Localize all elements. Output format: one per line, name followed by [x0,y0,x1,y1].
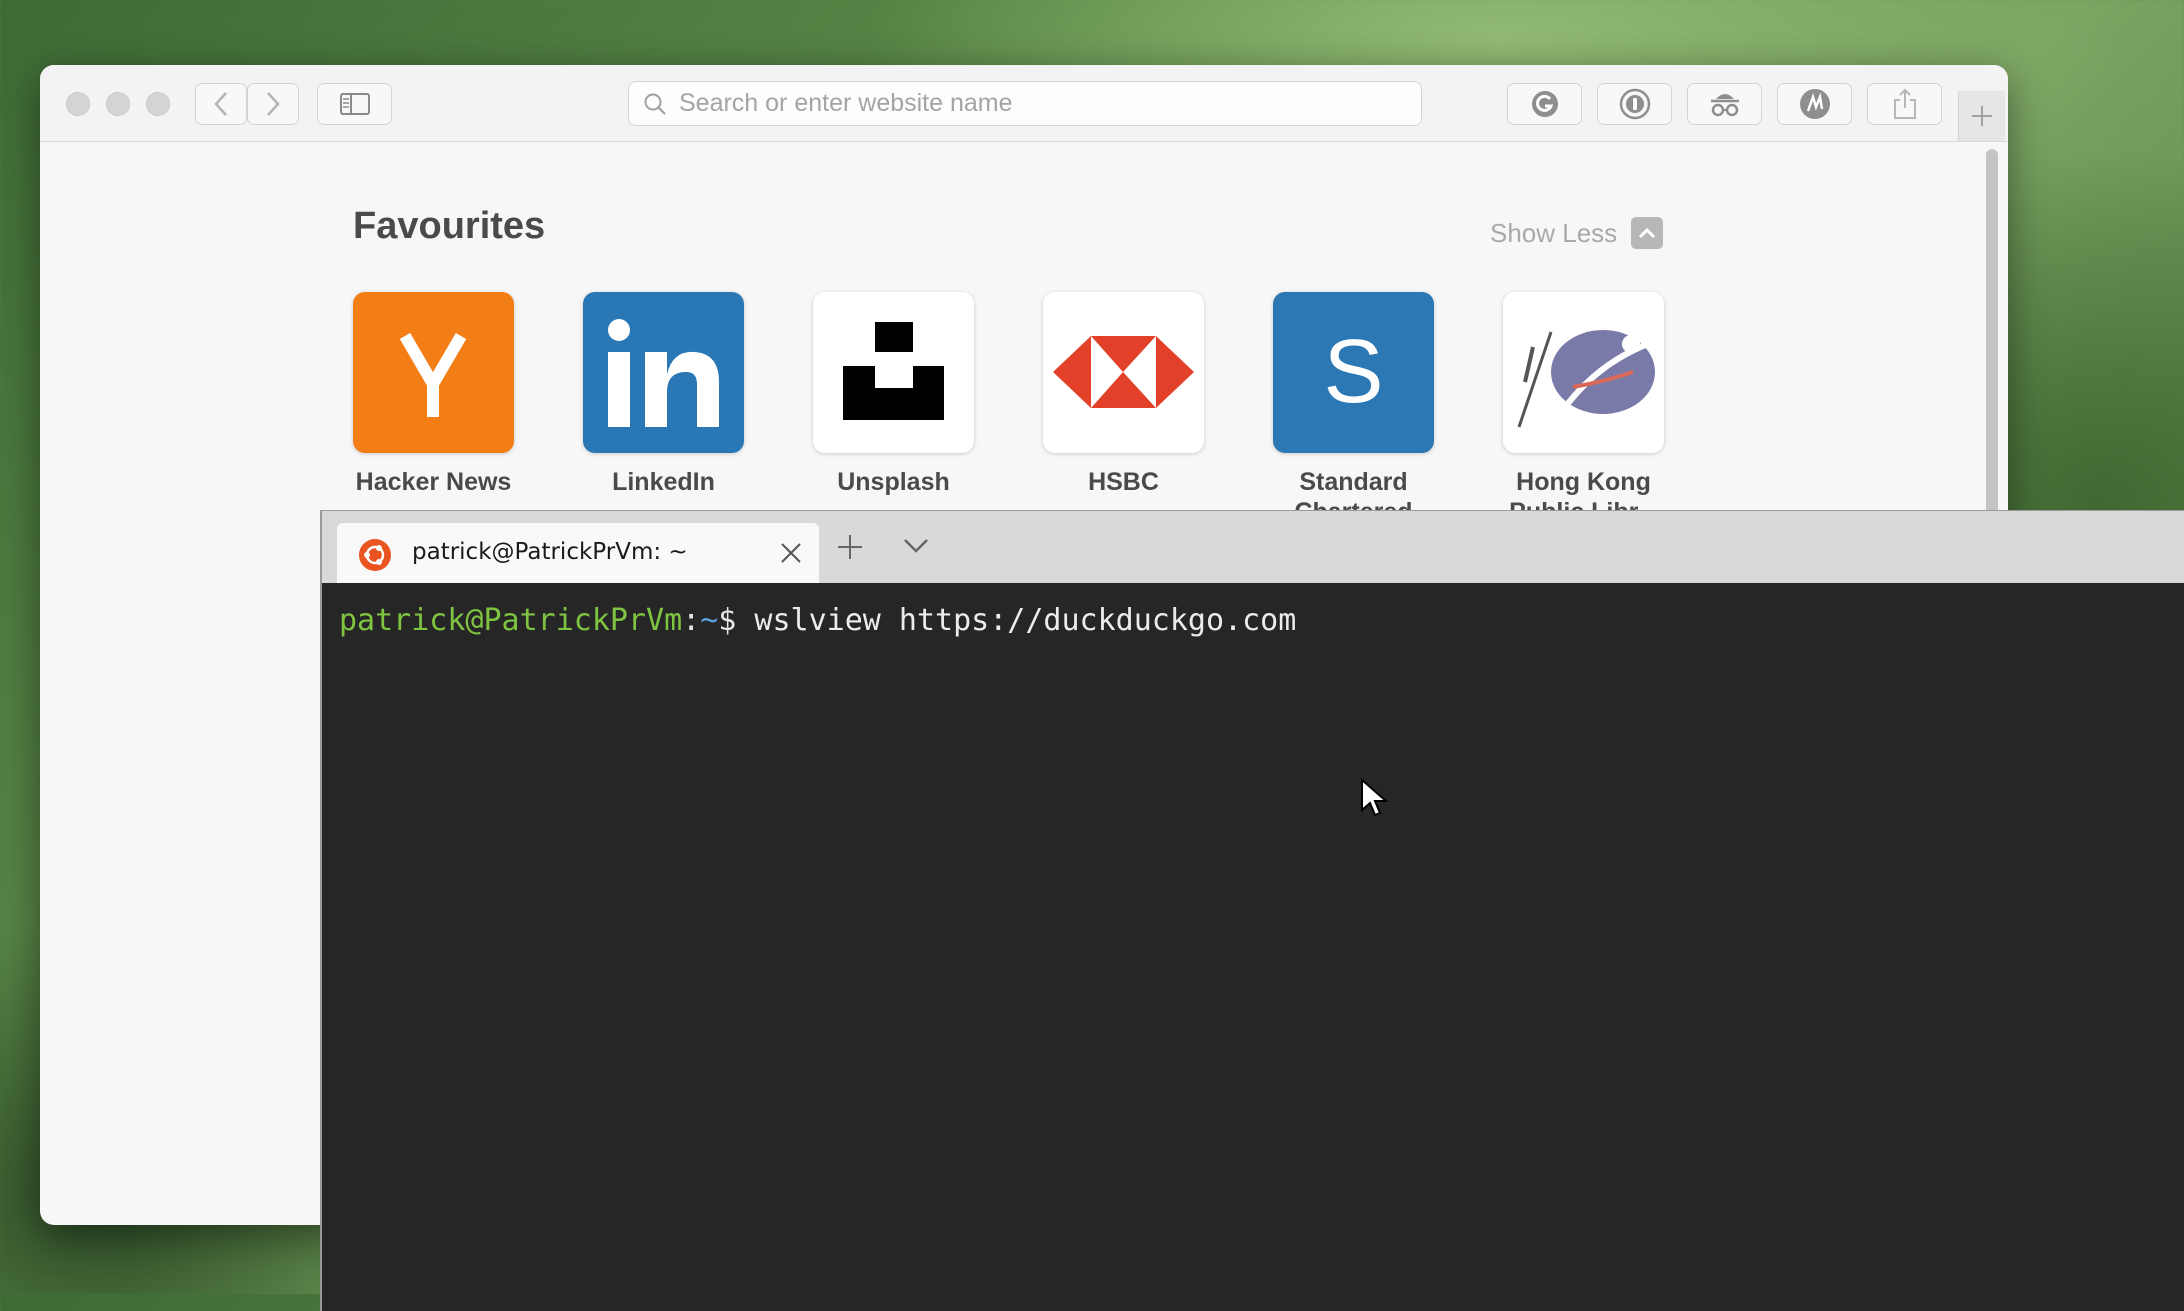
forward-button[interactable] [247,83,299,125]
favourite-hacker-news[interactable]: Hacker News [353,292,514,497]
terminal-window: patrick@PatrickPrVm: ~ patrick@PatrickPr… [320,510,2184,1311]
favourite-label: Unsplash [837,468,950,496]
favourite-label: Hacker News [355,468,512,496]
prompt-user: patrick@PatrickPrVm [339,603,683,638]
back-button[interactable] [195,83,247,125]
favourites-heading: Favourites [353,205,546,247]
favourite-linkedin[interactable]: LinkedIn [583,292,744,497]
hkpl-icon [1503,292,1664,453]
address-bar[interactable] [628,81,1422,126]
search-input[interactable] [677,88,1381,119]
prompt-symbol: $ [718,603,755,638]
1password-icon [1619,88,1650,120]
show-less-toggle[interactable]: Show Less [1490,217,1664,249]
sidebar-icon [339,93,370,115]
favourite-standard-chartered[interactable]: S Standard Chartered [1273,292,1434,527]
share-icon [1893,88,1916,119]
minimize-window-button[interactable] [106,92,130,116]
terminal-tab-bar: patrick@PatrickPrVm: ~ [322,511,2184,583]
script-extension-button[interactable] [1777,83,1852,125]
terminal-tab[interactable]: patrick@PatrickPrVm: ~ [337,523,819,583]
new-terminal-tab-icon[interactable] [836,533,864,561]
linkedin-icon [583,292,744,453]
script-extension-icon [1799,89,1830,119]
y-combinator-icon [353,292,514,453]
terminal-command: wslview https://duckduckgo.com [754,603,1297,638]
standard-chartered-glyph: S [1323,322,1384,422]
terminal-output[interactable]: patrick@PatrickPrVm:~$ wslview https://d… [339,603,1296,638]
new-tab-button[interactable] [1958,91,2005,141]
share-button[interactable] [1867,83,1942,125]
sidebar-button[interactable] [317,83,392,125]
chevron-right-icon [267,92,280,116]
favourite-label: HSBC [1088,468,1159,496]
favourite-unsplash[interactable]: Unsplash [813,292,974,497]
standard-chartered-icon: S [1273,292,1434,453]
grammarly-icon [1531,91,1558,117]
prompt-path: ~ [700,603,719,638]
ubuntu-icon [359,539,391,571]
grammarly-extension-button[interactable] [1507,83,1582,125]
1password-extension-button[interactable] [1597,83,1672,125]
prompt-colon: : [682,603,701,638]
close-window-button[interactable] [66,92,90,116]
show-less-label: Show Less [1490,217,1618,248]
terminal-tab-title: patrick@PatrickPrVm: ~ [412,539,688,565]
chevron-left-icon [214,92,227,116]
unsplash-icon [813,292,974,453]
close-tab-icon[interactable] [779,541,803,565]
search-icon [644,93,666,115]
mouse-pointer-icon [1361,778,1389,817]
browser-toolbar [40,65,2008,142]
chevron-up-icon [1631,217,1664,249]
hsbc-icon [1043,292,1204,453]
favourite-label: LinkedIn [612,468,715,496]
favourite-hsbc[interactable]: HSBC [1043,292,1204,497]
plus-icon [1972,106,1992,126]
privacy-extension-button[interactable] [1687,83,1762,125]
favourite-hong-kong-public-library[interactable]: Hong Kong Public Libr... [1503,292,1664,527]
zoom-window-button[interactable] [146,92,170,116]
chevron-down-icon[interactable] [902,537,930,555]
spy-glasses-icon [1710,94,1739,117]
